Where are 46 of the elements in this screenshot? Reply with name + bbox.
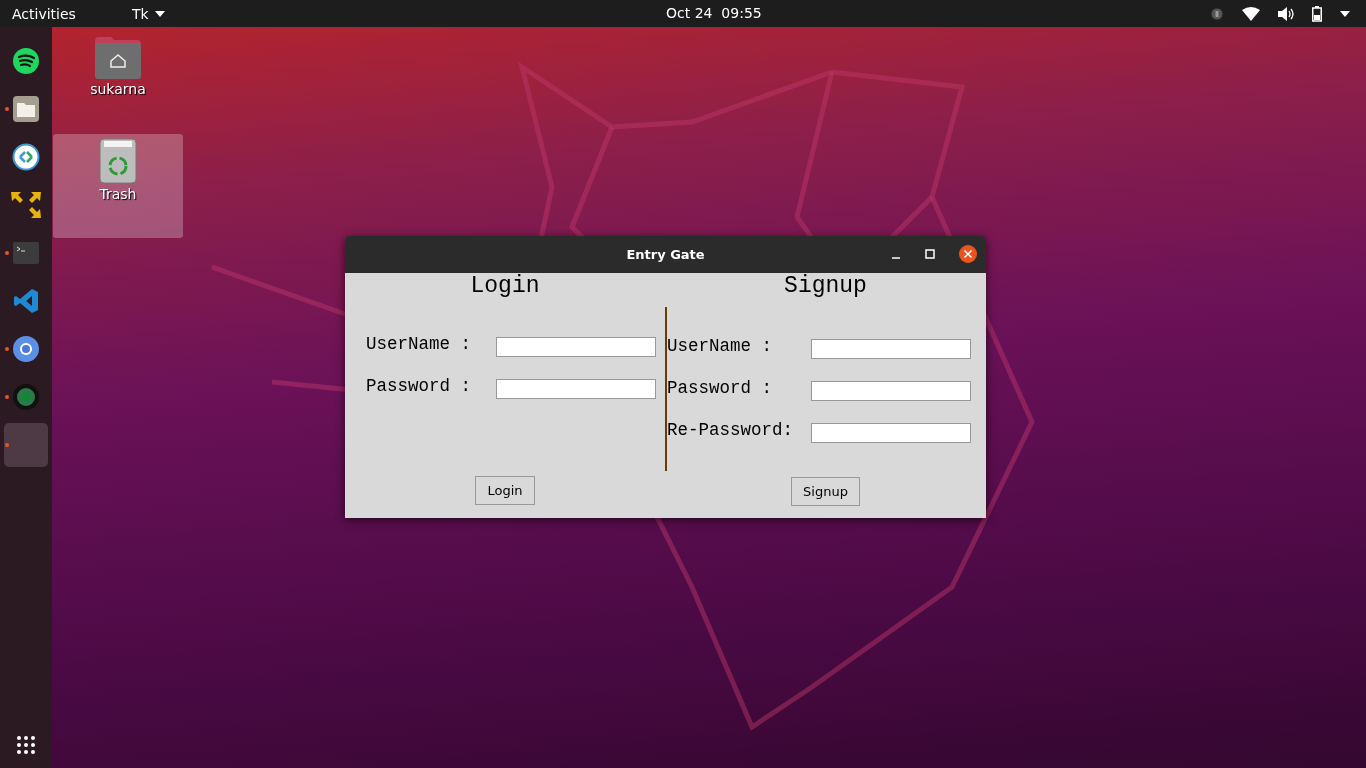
maximize-icon[interactable] [925, 249, 935, 259]
login-button[interactable]: Login [475, 476, 535, 505]
desktop-icon-label: Trash [99, 186, 137, 202]
close-icon[interactable] [959, 245, 977, 263]
app-menu[interactable]: Tk [131, 5, 165, 22]
section-heading: Signup [784, 273, 867, 299]
running-indicator [5, 443, 9, 447]
music-app-icon [12, 47, 40, 75]
field-label: UserName : [366, 334, 473, 354]
code-editor-icon [13, 288, 39, 314]
app-grid-icon[interactable] [17, 736, 35, 754]
running-indicator [5, 395, 9, 399]
input-field[interactable] [496, 379, 656, 399]
field-label: Password : [366, 376, 473, 396]
camera-lens-icon [12, 383, 40, 411]
section-heading: Login [470, 273, 540, 299]
running-indicator [5, 347, 9, 351]
window-title: Entry Gate [626, 247, 705, 262]
volume-icon[interactable] [1278, 6, 1294, 21]
arrows-app-icon [11, 190, 41, 220]
status-indicator-icon[interactable] [1210, 6, 1224, 21]
terminal-icon [13, 242, 39, 264]
field-label: Re-Password: [667, 420, 795, 440]
trash-icon [99, 138, 137, 184]
home-folder-icon [95, 37, 141, 79]
running-indicator [5, 107, 9, 111]
desktop-icon[interactable]: sukarna [53, 33, 183, 137]
caret-icon[interactable] [1340, 10, 1350, 17]
caret-icon [154, 10, 165, 17]
desktop-icon-label: sukarna [90, 81, 146, 97]
input-field[interactable] [496, 337, 656, 357]
activities-button[interactable]: Activities [12, 5, 76, 22]
field-label: Password : [667, 378, 774, 398]
battery-icon[interactable] [1312, 5, 1322, 22]
browser-icon [12, 335, 40, 363]
field-label: UserName : [667, 336, 774, 356]
clock[interactable]: Oct 24 09:55 [666, 5, 762, 21]
input-field[interactable] [811, 423, 971, 443]
desktop-icon[interactable]: Trash [53, 134, 183, 238]
remote-app-icon [12, 143, 40, 171]
running-indicator [5, 251, 9, 255]
input-field[interactable] [811, 339, 971, 359]
wifi-icon[interactable] [1242, 6, 1260, 21]
input-field[interactable] [811, 381, 971, 401]
signup-button[interactable]: Signup [791, 477, 860, 506]
folder-icon [13, 96, 39, 122]
